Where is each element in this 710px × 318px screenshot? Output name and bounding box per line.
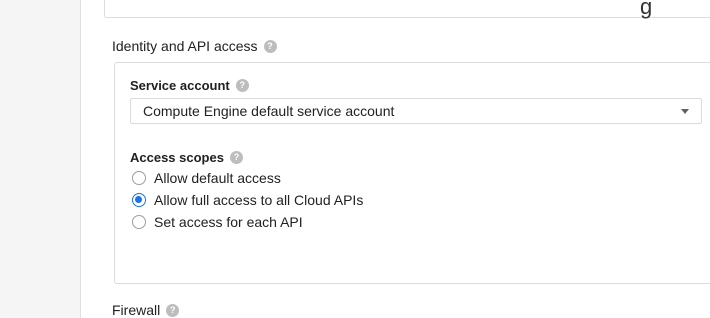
service-account-select[interactable]: Compute Engine default service account bbox=[130, 98, 702, 124]
help-icon[interactable]: ? bbox=[263, 39, 277, 53]
radio-set-access-each-api[interactable]: Set access for each API bbox=[132, 214, 303, 230]
previous-section-card bbox=[104, 0, 710, 18]
radio-label: Set access for each API bbox=[154, 214, 303, 230]
radio-button[interactable] bbox=[132, 171, 146, 185]
access-scopes-label: Access scopes bbox=[130, 150, 224, 165]
service-account-label-row: Service account ? bbox=[130, 78, 249, 93]
header-fragment: g bbox=[640, 0, 653, 19]
help-icon[interactable]: ? bbox=[235, 79, 249, 92]
help-icon[interactable]: ? bbox=[229, 151, 243, 164]
radio-label: Allow default access bbox=[154, 170, 281, 186]
radio-full-access[interactable]: Allow full access to all Cloud APIs bbox=[132, 192, 363, 208]
radio-button[interactable] bbox=[132, 215, 146, 229]
radio-button[interactable] bbox=[132, 193, 146, 207]
left-rail bbox=[0, 0, 81, 318]
access-scopes-label-row: Access scopes ? bbox=[130, 150, 243, 165]
identity-section-title: Identity and API access ? bbox=[112, 38, 277, 54]
help-icon[interactable]: ? bbox=[166, 303, 180, 317]
dropdown-arrow-icon bbox=[681, 109, 689, 114]
identity-section-label: Identity and API access bbox=[112, 38, 258, 54]
radio-default-access[interactable]: Allow default access bbox=[132, 170, 281, 186]
firewall-section-label: Firewall bbox=[112, 302, 161, 318]
radio-label: Allow full access to all Cloud APIs bbox=[154, 192, 364, 208]
service-account-label: Service account bbox=[130, 78, 230, 93]
firewall-section-title: Firewall ? bbox=[112, 302, 180, 318]
service-account-value: Compute Engine default service account bbox=[143, 103, 395, 119]
